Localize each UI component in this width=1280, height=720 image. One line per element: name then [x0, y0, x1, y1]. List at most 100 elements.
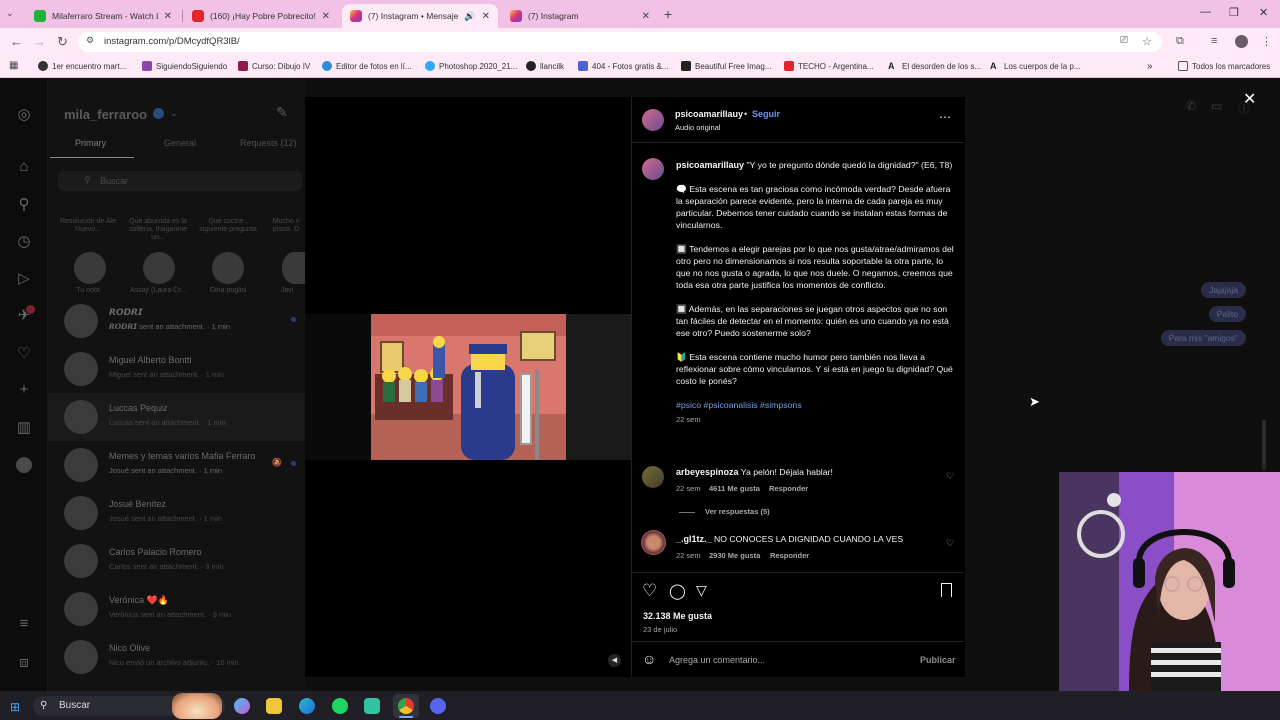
minimize-button[interactable]: —: [1200, 6, 1211, 18]
search-icon[interactable]: ⚲: [14, 195, 34, 213]
reply-button[interactable]: Responder: [769, 484, 808, 493]
more-options-icon[interactable]: ⋯: [939, 110, 951, 124]
speaker-icon[interactable]: 🔊: [464, 11, 475, 22]
search-input[interactable]: Buscar: [58, 171, 302, 191]
audio-label[interactable]: Audio original: [675, 123, 720, 132]
caption-age[interactable]: 22 sem: [676, 415, 956, 424]
hashtags[interactable]: #psico #psicoanalisis #simpsons: [676, 399, 956, 411]
bookmarks-overflow-icon[interactable]: »: [1147, 61, 1153, 72]
avatar[interactable]: [641, 530, 666, 555]
home-icon[interactable]: ⌂: [14, 158, 34, 175]
comment-likes[interactable]: 2930 Me gusta: [709, 551, 760, 560]
close-tab-icon[interactable]: ✕: [322, 11, 330, 22]
tab-search-button[interactable]: ⌄: [6, 8, 14, 19]
bookmark-item[interactable]: A El desorden de los s...: [888, 61, 981, 71]
post-author[interactable]: psicoamarillauy: [675, 109, 743, 119]
bookmark-item[interactable]: SiguiendoSiguiendo: [142, 61, 227, 71]
story-avatar[interactable]: [282, 252, 306, 284]
chevron-down-icon[interactable]: ⌄: [170, 108, 178, 119]
edge-icon[interactable]: [299, 698, 315, 714]
avatar[interactable]: [642, 109, 664, 131]
bookmark-item[interactable]: Editor de fotos en lí...: [322, 61, 412, 71]
like-icon[interactable]: ♡: [642, 581, 657, 601]
bookmark-item[interactable]: 1er encuentro mart...: [38, 61, 126, 71]
tab-instagram[interactable]: (7) Instagram ✕: [502, 4, 658, 28]
install-app-icon[interactable]: ⎚: [1120, 35, 1128, 46]
all-bookmarks[interactable]: Todos los marcadores: [1178, 61, 1270, 71]
menu-icon[interactable]: ⋮: [1261, 35, 1272, 48]
close-window-button[interactable]: ✕: [1259, 6, 1268, 19]
publish-button[interactable]: Publicar: [920, 655, 956, 665]
extensions-icon[interactable]: ⧉: [1176, 35, 1184, 48]
bookmark-item[interactable]: 404 - Fotos gratis &...: [578, 61, 668, 71]
bookmark-item[interactable]: llancilk: [526, 61, 564, 71]
discord-icon[interactable]: [430, 698, 446, 714]
follow-button[interactable]: Seguir: [752, 109, 780, 119]
story-avatar[interactable]: [143, 252, 175, 284]
more-icon[interactable]: ≡: [14, 615, 34, 632]
apps-icon[interactable]: ▦: [9, 60, 18, 71]
bookmark-item[interactable]: Beautiful Free Imag...: [681, 61, 771, 71]
reload-icon[interactable]: ↻: [57, 34, 68, 50]
bookmark-star-icon[interactable]: ☆: [1142, 35, 1152, 48]
tab-primary[interactable]: Primary: [75, 138, 106, 148]
comment-author[interactable]: _.gl1tz._: [676, 534, 712, 544]
dm-username[interactable]: mila_ferraroo: [64, 107, 147, 122]
share-icon[interactable]: ▽: [696, 582, 707, 599]
bookmark-item[interactable]: TECHO - Argentina...: [784, 61, 874, 71]
save-icon[interactable]: [941, 583, 952, 597]
comment-age[interactable]: 22 sem: [676, 551, 701, 560]
close-tab-icon[interactable]: ✕: [164, 11, 172, 22]
emoji-icon[interactable]: ☺: [642, 651, 656, 667]
tab-general[interactable]: General: [164, 138, 196, 148]
comment-input[interactable]: Agrega un comentario...: [669, 655, 765, 665]
heart-icon[interactable]: ♡: [946, 471, 954, 482]
close-modal-icon[interactable]: ✕: [1243, 89, 1256, 109]
forward-icon[interactable]: →: [33, 34, 46, 49]
dashboard-icon[interactable]: ▥: [14, 418, 34, 436]
profile-avatar[interactable]: [1235, 35, 1248, 48]
media-controls-icon[interactable]: ≡: [1211, 35, 1217, 47]
scrollbar[interactable]: [1262, 420, 1266, 470]
mute-icon[interactable]: ◀: [608, 654, 621, 667]
comment-icon[interactable]: ◯: [669, 582, 686, 600]
bookmark-item[interactable]: A Los cuerpos de la p...: [990, 61, 1081, 71]
close-tab-icon[interactable]: ✕: [642, 11, 650, 22]
file-explorer-icon[interactable]: [266, 698, 282, 714]
video-frame[interactable]: [371, 314, 566, 460]
address-bar[interactable]: instagram.com/p/DMcydfQR3lB/: [78, 32, 1162, 52]
create-icon[interactable]: +: [14, 381, 34, 398]
tab-youtube[interactable]: (160) ¡Hay Pobre Pobrecito!😊 ✕: [184, 4, 338, 28]
avatar[interactable]: [642, 466, 664, 488]
comment-age[interactable]: 22 sem: [676, 484, 701, 493]
caption-author[interactable]: psicoamarillauy: [676, 160, 744, 170]
compose-icon[interactable]: ✎: [276, 104, 288, 121]
bookmark-item[interactable]: Photoshop.2020_21...: [425, 61, 517, 71]
tab-instagram-mensajes[interactable]: (7) Instagram • Mensajes 🔊 ✕: [342, 4, 498, 28]
view-replies-button[interactable]: Ver respuestas (5): [705, 507, 770, 516]
video-call-icon[interactable]: ▭: [1211, 99, 1222, 113]
bookmark-item[interactable]: Curso: Dibujo IV: [238, 61, 310, 71]
threads-icon[interactable]: ⧈: [14, 654, 34, 671]
phone-icon[interactable]: ✆: [1186, 99, 1196, 113]
heart-icon[interactable]: ♡: [14, 344, 34, 362]
instagram-logo-icon[interactable]: ◎: [14, 105, 34, 123]
site-info-icon[interactable]: ⚙: [86, 35, 94, 46]
heart-icon[interactable]: ♡: [946, 538, 954, 549]
explore-icon[interactable]: ◷: [14, 232, 34, 250]
windows-start-icon[interactable]: ⊞: [10, 700, 20, 714]
avatar[interactable]: [642, 158, 664, 180]
new-tab-button[interactable]: +: [664, 6, 672, 22]
copilot-icon[interactable]: [234, 698, 250, 714]
back-icon[interactable]: ←: [10, 34, 23, 49]
like-count[interactable]: 32.138 Me gusta: [643, 611, 712, 621]
profile-avatar[interactable]: [16, 457, 32, 473]
reply-button[interactable]: Responder: [770, 551, 809, 560]
tab-stream[interactable]: Milaferraro Stream - Watch Liv... ✕: [26, 4, 180, 28]
spotify-icon[interactable]: [332, 698, 348, 714]
story-avatar[interactable]: [74, 252, 106, 284]
tab-requests[interactable]: Requests (12): [240, 138, 297, 148]
streamlabs-icon[interactable]: [364, 698, 380, 714]
chrome-icon[interactable]: [398, 698, 414, 714]
reels-icon[interactable]: ▷: [14, 269, 34, 287]
